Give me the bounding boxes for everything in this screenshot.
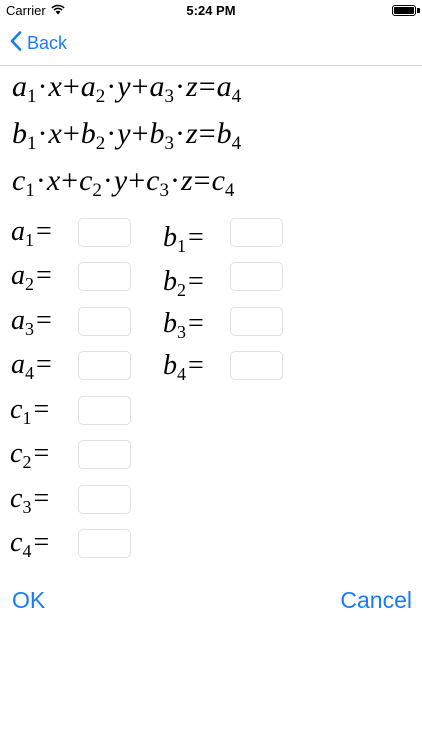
- label-c1: c1=: [10, 394, 50, 428]
- label-b2: b2=: [163, 266, 204, 300]
- input-b2[interactable]: [230, 262, 283, 291]
- input-a2[interactable]: [78, 262, 131, 291]
- label-a1: a1=: [11, 216, 52, 250]
- back-button[interactable]: Back: [10, 31, 67, 56]
- equation-c: c1·x+c2·y+c3·z=c4: [12, 164, 235, 201]
- label-c3: c3=: [10, 483, 50, 517]
- label-b3: b3=: [163, 308, 204, 342]
- input-c1[interactable]: [78, 396, 131, 425]
- input-b3[interactable]: [230, 307, 283, 336]
- chevron-left-icon: [10, 31, 27, 56]
- ok-button[interactable]: OK: [12, 587, 45, 614]
- label-a2: a2=: [11, 260, 52, 294]
- input-a1[interactable]: [78, 218, 131, 247]
- label-a3: a3=: [11, 305, 52, 339]
- label-c4: c4=: [10, 527, 50, 561]
- battery-fill: [394, 7, 414, 14]
- label-a4: a4=: [11, 349, 52, 383]
- input-c4[interactable]: [78, 529, 131, 558]
- equation-b: b1·x+b2·y+b3·z=b4: [12, 117, 242, 154]
- input-b1[interactable]: [230, 218, 283, 247]
- cancel-button[interactable]: Cancel: [340, 587, 412, 614]
- input-b4[interactable]: [230, 351, 283, 380]
- status-bar: Carrier 5:24 PM: [0, 0, 422, 22]
- input-a3[interactable]: [78, 307, 131, 336]
- equation-a: a1·x+a2·y+a3·z=a4: [12, 70, 242, 107]
- status-time: 5:24 PM: [186, 3, 236, 18]
- nav-bar: Back: [0, 22, 422, 66]
- battery-tip: [417, 8, 420, 13]
- back-label: Back: [27, 33, 68, 53]
- screen: Carrier 5:24 PM Back a1·x+a2·y+a3·z=a4 b…: [0, 0, 422, 750]
- input-a4[interactable]: [78, 351, 131, 380]
- input-c2[interactable]: [78, 440, 131, 469]
- battery-icon: [392, 5, 416, 16]
- label-c2: c2=: [10, 438, 50, 472]
- label-b4: b4=: [163, 350, 204, 384]
- label-b1: b1=: [163, 222, 204, 256]
- input-c3[interactable]: [78, 485, 131, 514]
